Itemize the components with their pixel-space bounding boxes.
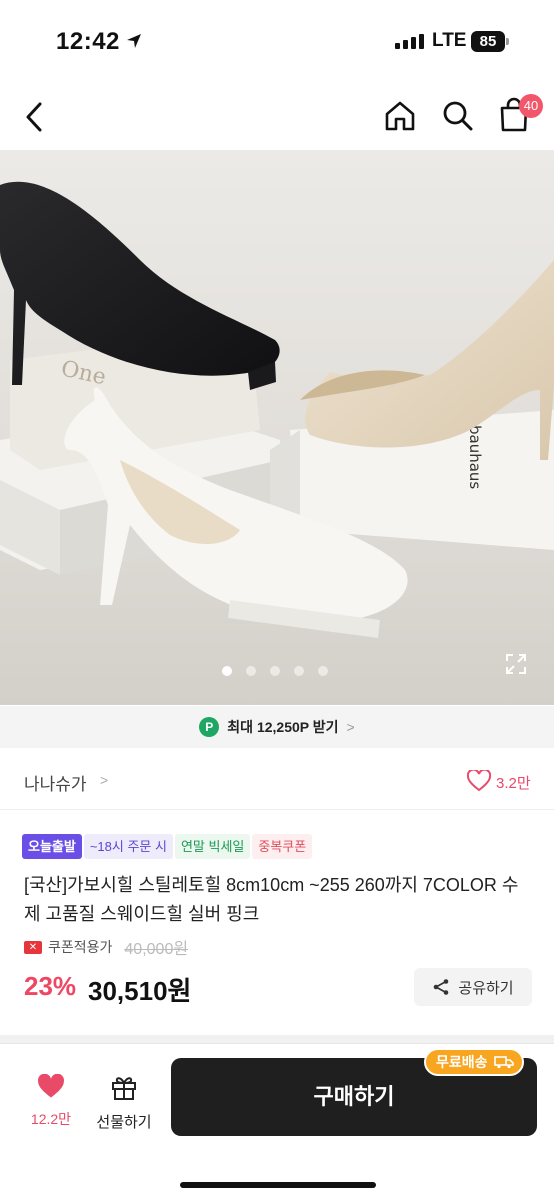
seller-like-count: 3.2만: [496, 775, 531, 792]
free-shipping-badge: 무료배송: [424, 1048, 524, 1076]
like-count: 12.2만: [30, 1111, 72, 1127]
carousel-dot-4[interactable]: [294, 666, 304, 676]
back-arrow-icon[interactable]: [18, 98, 52, 136]
carousel-dot-2[interactable]: [246, 666, 256, 676]
coupon-price-row: ✕ 쿠폰적용가 40,000원: [24, 935, 188, 959]
search-icon[interactable]: [440, 98, 476, 134]
location-arrow-icon: [127, 34, 141, 48]
product-tags: 오늘출발 ~18시 주문 시 연말 빅세일 중복쿠폰: [22, 834, 313, 859]
chevron-right-icon: >: [346, 719, 355, 735]
fullscreen-expand-icon[interactable]: [504, 652, 528, 676]
heart-filled-icon: [38, 1073, 64, 1098]
coupon-price-label: 쿠폰적용가: [48, 939, 113, 955]
gift-button[interactable]: 선물하기: [92, 1072, 156, 1132]
gift-icon: [112, 1077, 136, 1100]
cell-signal-icon: [395, 34, 424, 49]
bottom-action-bar: 12.2만 선물하기 구매하기 무료배송: [0, 1043, 554, 1200]
gift-button-label: 선물하기: [96, 1114, 152, 1131]
seller-name-link[interactable]: 나나슈가: [24, 770, 87, 795]
battery-tip: [506, 38, 509, 45]
point-reward-text: 최대 12,250P 받기: [227, 719, 339, 735]
tag-same-day-shipping: 오늘출발: [22, 834, 82, 859]
product-title: [국산]가보시힐 스틸레토힐 8cm10cm ~255 260까지 7COLOR…: [24, 875, 519, 924]
heart-outline-icon[interactable]: [467, 770, 491, 792]
home-icon[interactable]: [382, 98, 418, 134]
product-photo-illustration: One bauhaus: [0, 150, 554, 705]
network-type: LTE: [432, 30, 467, 51]
point-reward-banner[interactable]: P 최대 12,250P 받기 >: [0, 706, 554, 748]
share-button-label: 공유하기: [458, 979, 514, 997]
home-indicator: [180, 1182, 376, 1188]
product-image[interactable]: One bauhaus: [0, 150, 554, 705]
carousel-indicator[interactable]: [222, 666, 328, 676]
carousel-dot-1[interactable]: [222, 666, 232, 676]
carousel-dot-3[interactable]: [270, 666, 280, 676]
section-divider: [0, 1035, 554, 1043]
share-button[interactable]: 공유하기: [414, 968, 532, 1006]
clock: 12:42: [56, 28, 120, 55]
top-nav: 40: [0, 84, 554, 150]
status-bar: 12:42 LTE 85: [0, 0, 554, 84]
coupon-icon: ✕: [24, 940, 42, 954]
tag-order-cutoff: ~18시 주문 시: [83, 834, 173, 859]
tag-year-end-sale: 연말 빅세일: [174, 834, 251, 859]
point-icon: P: [199, 717, 220, 737]
truck-icon: [493, 1056, 514, 1069]
sale-price: 30,510원: [88, 976, 192, 1006]
original-price: 40,000원: [124, 941, 189, 958]
like-button[interactable]: 12.2만: [24, 1073, 78, 1129]
carousel-dot-5[interactable]: [318, 666, 328, 676]
discount-rate: 23%: [24, 971, 77, 1001]
tag-stack-coupon: 중복쿠폰: [252, 834, 313, 859]
cart-count-badge: 40: [519, 94, 543, 118]
battery-icon: 85: [471, 31, 505, 52]
share-icon: [434, 979, 449, 995]
seller-row: 나나슈가 > 3.2만: [0, 750, 554, 810]
free-shipping-label: 무료배송: [436, 1054, 488, 1070]
box-brand-text: bauhaus: [466, 425, 484, 489]
chevron-right-icon[interactable]: >: [100, 772, 108, 788]
